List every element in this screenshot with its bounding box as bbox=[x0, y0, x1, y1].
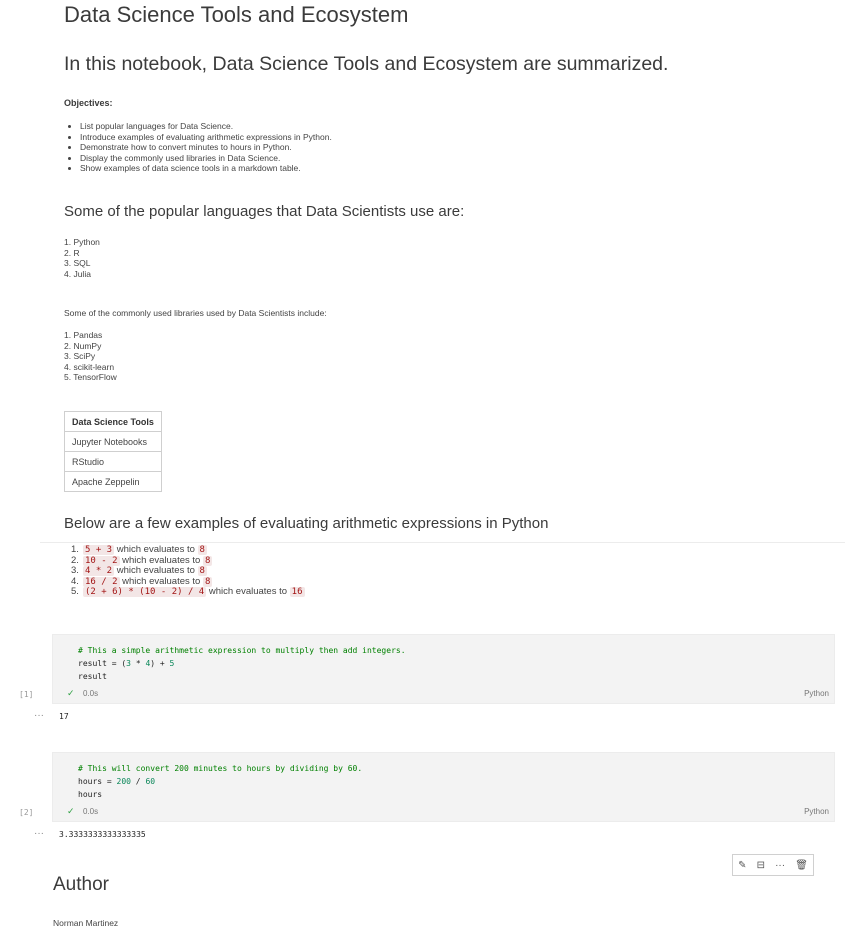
inline-code: (2 + 6) * (10 - 2) / 4 bbox=[83, 587, 207, 597]
list-item: 4. scikit-learn bbox=[64, 361, 115, 372]
output-more-icon[interactable]: ··· bbox=[34, 828, 44, 839]
author-heading: Author bbox=[53, 874, 109, 895]
item-number: 5. bbox=[71, 586, 79, 597]
tools-table: Data Science Tools Jupyter Notebooks RSt… bbox=[64, 411, 162, 492]
code-number: 5 bbox=[169, 659, 175, 668]
list-item: 5. (2 + 6) * (10 - 2) / 4 which evaluates… bbox=[71, 586, 305, 598]
list-item: 3. SQL bbox=[64, 258, 91, 268]
list-item: Demonstrate how to convert minutes to ho… bbox=[80, 142, 332, 153]
table-header-row: Data Science Tools bbox=[64, 411, 162, 432]
inline-code: 8 bbox=[202, 555, 213, 566]
more-actions-icon[interactable]: ··· bbox=[775, 860, 785, 871]
code-token: / bbox=[130, 777, 146, 786]
cell-output: 3.3333333333333335 bbox=[59, 830, 146, 839]
cell-status-bar: ✓ 0.0s Python bbox=[53, 803, 834, 821]
delete-icon[interactable]: 🗑 bbox=[795, 860, 808, 871]
list-item: 1. Pandas bbox=[64, 330, 103, 340]
code-cell-1[interactable]: # This a simple arithmetic expression to… bbox=[52, 634, 835, 704]
inline-code: 8 bbox=[197, 566, 207, 576]
item-number: 1. bbox=[71, 544, 79, 555]
edit-icon[interactable]: ✎ bbox=[738, 860, 746, 871]
code-token: * bbox=[131, 659, 146, 668]
code-editor[interactable]: # This a simple arithmetic expression to… bbox=[53, 635, 834, 683]
objectives-heading: Objectives: bbox=[64, 98, 113, 108]
list-item: Show examples of data science tools in a… bbox=[80, 163, 332, 174]
cell-status-bar: ✓ 0.0s Python bbox=[53, 685, 834, 703]
inline-code: 4 * 2 bbox=[83, 566, 115, 576]
execution-count: [1] bbox=[19, 690, 34, 699]
list-item: 4. Julia bbox=[64, 268, 91, 279]
list-item: 1. Python bbox=[64, 237, 100, 247]
table-row: RStudio bbox=[64, 451, 162, 472]
arithmetic-list: 1. 5 + 3 which evaluates to 8 2. 10 - 2 wh… bbox=[71, 544, 305, 598]
code-comment: # This will convert 200 minutes to hours… bbox=[78, 764, 363, 773]
objectives-list: List popular languages for Data Science.… bbox=[64, 121, 332, 174]
item-number: 3. bbox=[71, 565, 79, 576]
list-item: Introduce examples of evaluating arithme… bbox=[80, 132, 332, 143]
evaluates-text: which evaluates to bbox=[122, 575, 201, 587]
table-cell: Apache Zeppelin bbox=[64, 471, 162, 492]
code-editor[interactable]: # This will convert 200 minutes to hours… bbox=[53, 753, 834, 801]
cell-language[interactable]: Python bbox=[804, 807, 829, 816]
output-more-icon[interactable]: ··· bbox=[34, 710, 44, 721]
inline-code: 16 bbox=[289, 587, 305, 597]
author-name: Norman Martinez bbox=[53, 918, 119, 928]
check-icon: ✓ bbox=[67, 688, 75, 698]
table-row: Apache Zeppelin bbox=[64, 471, 162, 492]
code-cell-2[interactable]: # This will convert 200 minutes to hours… bbox=[52, 752, 835, 822]
cell-toolbar: ✎ ⊟ ··· 🗑 bbox=[732, 854, 814, 876]
split-cell-icon[interactable]: ⊟ bbox=[757, 860, 765, 871]
code-number: 60 bbox=[145, 777, 156, 786]
libraries-heading: Some of the commonly used libraries used… bbox=[64, 308, 327, 318]
list-item: 3. SciPy bbox=[64, 351, 96, 361]
code-token: hours bbox=[78, 790, 103, 799]
evaluates-text: which evaluates to bbox=[122, 554, 201, 566]
table-cell: Jupyter Notebooks bbox=[64, 431, 162, 452]
inline-code: 16 / 2 bbox=[83, 576, 120, 587]
table-header-cell: Data Science Tools bbox=[64, 411, 162, 432]
code-comment: # This a simple arithmetic expression to… bbox=[78, 646, 406, 655]
execution-time: 0.0s bbox=[83, 689, 99, 698]
cell-output: 17 bbox=[59, 712, 69, 721]
code-token: result = ( bbox=[78, 659, 127, 668]
code-token: ) + bbox=[150, 659, 170, 668]
table-cell: RStudio bbox=[64, 451, 162, 472]
list-item: 2. NumPy bbox=[64, 340, 102, 351]
code-token: result bbox=[78, 672, 107, 681]
list-item: 5. TensorFlow bbox=[64, 372, 117, 382]
cell-divider bbox=[40, 542, 845, 543]
evaluates-text: which evaluates to bbox=[116, 544, 195, 555]
inline-code: 5 + 3 bbox=[83, 545, 115, 555]
list-item: 2. R bbox=[64, 247, 80, 258]
evaluates-text: which evaluates to bbox=[208, 586, 288, 597]
code-token: hours = bbox=[78, 777, 117, 786]
cell-language[interactable]: Python bbox=[804, 689, 829, 698]
list-item: Display the commonly used libraries in D… bbox=[80, 153, 332, 164]
execution-count: [2] bbox=[19, 808, 34, 817]
table-row: Jupyter Notebooks bbox=[64, 431, 162, 452]
languages-heading: Some of the popular languages that Data … bbox=[64, 203, 465, 220]
inline-code: 10 - 2 bbox=[83, 555, 120, 566]
list-item: List popular languages for Data Science. bbox=[80, 121, 332, 132]
execution-time: 0.0s bbox=[83, 807, 99, 816]
inline-code: 8 bbox=[197, 545, 207, 555]
notebook-title: Data Science Tools and Ecosystem bbox=[64, 2, 409, 27]
arithmetic-heading: Below are a few examples of evaluating a… bbox=[64, 515, 549, 532]
languages-list: 1. Python 2. R 3. SQL 4. Julia bbox=[64, 237, 100, 279]
intro-heading: In this notebook, Data Science Tools and… bbox=[64, 53, 669, 75]
check-icon: ✓ bbox=[67, 806, 75, 816]
code-number: 200 bbox=[116, 777, 131, 786]
libraries-list: 1. Pandas 2. NumPy 3. SciPy 4. scikit-le… bbox=[64, 330, 117, 383]
evaluates-text: which evaluates to bbox=[116, 565, 195, 576]
inline-code: 8 bbox=[202, 576, 213, 587]
